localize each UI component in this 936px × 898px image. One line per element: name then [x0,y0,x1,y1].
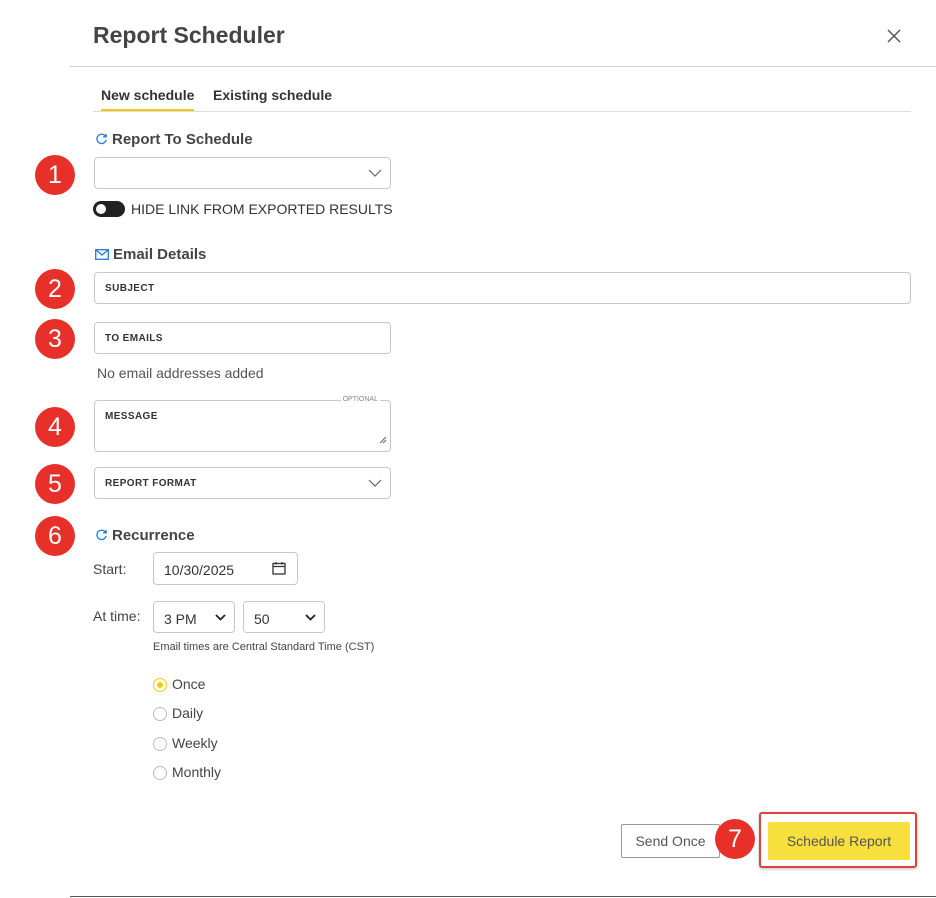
report-section-label: Report To Schedule [112,131,253,148]
subject-input[interactable]: SUBJECT [94,272,911,304]
start-label: Start: [93,561,127,577]
recurrence-heading: Recurrence [95,527,195,545]
time-label: At time: [93,608,141,624]
start-date-input[interactable]: 10/30/2025 [153,552,298,585]
hide-link-toggle[interactable] [93,201,125,217]
mail-icon [95,247,109,264]
to-emails-input[interactable]: TO EMAILS [94,322,391,354]
start-date-value: 10/30/2025 [164,562,235,578]
report-section-heading: Report To Schedule [95,131,253,149]
annotation-badge-5: 5 [35,464,75,504]
tab-new-schedule[interactable]: New schedule [101,87,195,112]
radio-icon [153,766,167,781]
tabs-divider [93,111,911,112]
message-textarea[interactable]: MESSAGE OPTIONAL [94,396,391,452]
to-emails-placeholder: TO EMAILS [105,333,163,344]
calendar-icon[interactable] [272,561,286,580]
annotation-badge-3: 3 [35,319,75,359]
no-emails-text: No email addresses added [97,365,264,381]
minute-select[interactable]: 50 [243,601,325,633]
tab-existing-schedule[interactable]: Existing schedule [213,87,332,103]
refresh-icon [95,528,108,545]
annotation-badge-1: 1 [35,155,75,195]
dialog-title: Report Scheduler [93,22,285,48]
header-divider [70,66,936,67]
resize-handle-icon[interactable] [379,431,387,449]
email-section-label: Email Details [113,246,207,263]
schedule-report-button[interactable]: Schedule Report [768,822,910,860]
chevron-down-icon [215,608,226,626]
timezone-note: Email times are Central Standard Time (C… [153,641,375,653]
subject-placeholder: SUBJECT [105,283,155,294]
annotation-badge-4: 4 [35,407,75,447]
recurrence-option-once[interactable]: Once [153,676,205,693]
chevron-down-icon [305,608,316,626]
report-select[interactable] [94,157,391,189]
annotation-badge-7: 7 [715,819,755,859]
footer-divider [70,896,936,897]
report-format-placeholder: REPORT FORMAT [105,478,197,489]
minute-value: 50 [254,611,270,627]
recurrence-option-daily[interactable]: Daily [153,705,203,722]
send-once-button[interactable]: Send Once [621,824,720,858]
radio-icon [153,707,167,722]
refresh-icon [95,132,108,149]
close-icon[interactable] [884,26,904,46]
email-section-heading: Email Details [95,246,206,264]
radio-selected-icon [153,678,167,693]
message-placeholder: MESSAGE [105,411,158,422]
chevron-down-icon [368,474,382,492]
recurrence-option-weekly[interactable]: Weekly [153,735,218,752]
hide-link-label: HIDE LINK FROM EXPORTED RESULTS [131,201,393,217]
recurrence-option-monthly[interactable]: Monthly [153,764,221,781]
hour-select[interactable]: 3 PM [153,601,235,633]
chevron-down-icon [368,164,382,182]
hour-value: 3 PM [164,611,197,627]
radio-icon [153,737,167,752]
report-format-select[interactable]: REPORT FORMAT [94,467,391,499]
optional-label: OPTIONAL [340,396,380,403]
recurrence-label: Recurrence [112,527,195,544]
annotation-badge-2: 2 [35,269,75,309]
annotation-badge-6: 6 [35,516,75,556]
